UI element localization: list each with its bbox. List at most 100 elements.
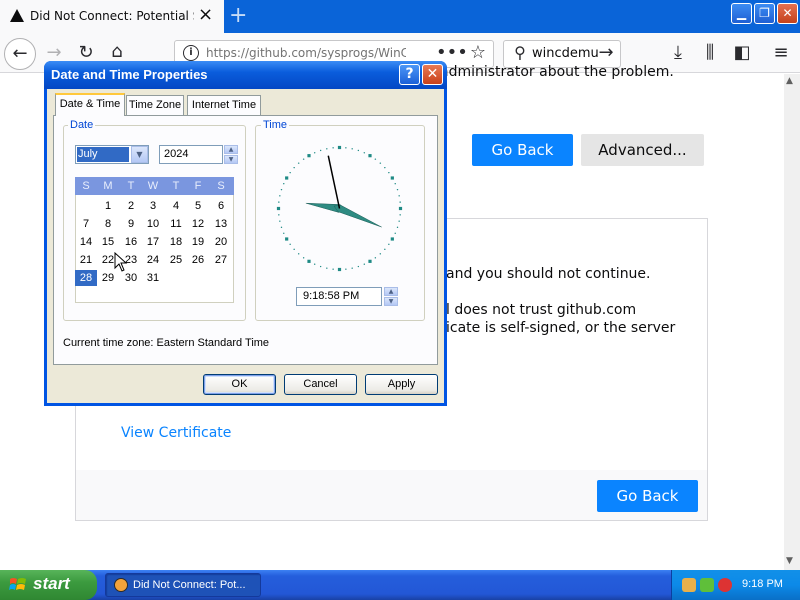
user-tray-icon[interactable] xyxy=(682,578,696,592)
year-down-arrow-icon[interactable]: ▼ xyxy=(224,155,238,164)
network-tray-icon[interactable] xyxy=(700,578,714,592)
calendar-day[interactable]: 14 xyxy=(75,234,97,250)
calendar-day[interactable]: 24 xyxy=(142,252,164,268)
tab-date-time[interactable]: Date & Time xyxy=(55,93,125,116)
dialog-title: Date and Time Properties xyxy=(51,67,208,82)
calendar-day[interactable]: 17 xyxy=(142,234,164,250)
calendar-day[interactable]: 5 xyxy=(187,198,209,214)
vertical-scrollbar[interactable] xyxy=(784,74,800,570)
calendar-day[interactable]: 13 xyxy=(210,216,232,232)
calendar-day[interactable]: 27 xyxy=(210,252,232,268)
sidebar-icon[interactable]: ◧ xyxy=(728,39,756,67)
go-back-button[interactable]: Go Back xyxy=(472,134,573,166)
back-arrow-icon[interactable]: ← xyxy=(4,38,36,70)
clock-minute-mark xyxy=(313,152,316,154)
clock-minute-mark xyxy=(351,148,353,150)
calendar-day[interactable]: 7 xyxy=(75,216,97,232)
calendar-day[interactable]: 31 xyxy=(142,270,164,286)
calendar-day[interactable]: 19 xyxy=(187,234,209,250)
calendar-day[interactable]: 15 xyxy=(97,234,119,250)
calendar-day[interactable]: 1 xyxy=(97,198,119,214)
clock-hour-mark xyxy=(390,237,394,241)
calendar-day[interactable]: 18 xyxy=(165,234,187,250)
dropdown-arrow-icon[interactable]: ▼ xyxy=(131,146,148,163)
clock-minute-mark xyxy=(289,243,291,246)
clock-minute-mark xyxy=(293,248,295,251)
calendar-weekday-header: S xyxy=(82,180,90,192)
tab-close-icon[interactable]: × xyxy=(198,6,213,24)
clock-hour-mark xyxy=(307,154,311,158)
calendar-day[interactable]: 3 xyxy=(142,198,164,214)
current-time-zone-label: Current time zone: Eastern Standard Time xyxy=(63,337,270,349)
clock-minute-mark xyxy=(332,147,334,149)
advanced-button[interactable]: Advanced... xyxy=(581,134,704,166)
clock-minute-mark xyxy=(357,149,360,152)
year-up-arrow-icon[interactable]: ▲ xyxy=(224,145,238,154)
advanced-paragraph-3: icate is self-signed, or the server xyxy=(446,320,676,336)
calendar-day[interactable]: 9 xyxy=(120,216,142,232)
clock-hour-mark xyxy=(398,206,403,211)
time-up-arrow-icon[interactable]: ▲ xyxy=(384,287,398,296)
window-close-icon[interactable]: ✕ xyxy=(777,3,798,24)
clock-minute-hand xyxy=(333,205,382,228)
search-input[interactable]: wincdemu xyxy=(532,46,599,61)
calendar-day[interactable]: 12 xyxy=(187,216,209,232)
calendar-day[interactable]: 6 xyxy=(210,198,232,214)
clock-minute-mark xyxy=(280,188,283,191)
download-icon[interactable]: ⤓ xyxy=(664,39,692,67)
windows-logo-icon xyxy=(9,578,26,590)
time-down-arrow-icon[interactable]: ▼ xyxy=(384,297,398,306)
cancel-button[interactable]: Cancel xyxy=(284,374,357,395)
view-certificate-link[interactable]: View Certificate xyxy=(121,425,231,441)
scroll-up-arrow-icon[interactable]: ▲ xyxy=(786,76,793,86)
help-icon[interactable]: ? xyxy=(399,64,420,85)
go-back-bottom-button[interactable]: Go Back xyxy=(597,480,698,512)
calendar-day[interactable]: 4 xyxy=(165,198,187,214)
scroll-down-arrow-icon[interactable]: ▼ xyxy=(786,556,793,566)
calendar-day[interactable]: 2 xyxy=(120,198,142,214)
clock-minute-mark xyxy=(399,201,401,203)
calendar-day[interactable]: 16 xyxy=(120,234,142,250)
ok-button[interactable]: OK xyxy=(203,374,276,395)
search-go-arrow-icon[interactable]: → xyxy=(592,39,620,67)
clock-minute-mark xyxy=(280,226,283,229)
time-value[interactable]: 9:18:58 PM xyxy=(303,290,359,302)
calendar-day[interactable]: 28 xyxy=(75,270,97,286)
start-label[interactable]: start xyxy=(33,574,70,594)
new-tab-icon[interactable]: + xyxy=(229,4,247,28)
dialog-close-icon[interactable]: ✕ xyxy=(422,64,443,85)
menu-icon[interactable]: ≡ xyxy=(767,39,795,67)
calendar-day[interactable]: 25 xyxy=(165,252,187,268)
error-description-text: administrator about the problem. xyxy=(440,64,674,80)
info-icon[interactable]: i xyxy=(183,45,199,61)
clock-minute-mark xyxy=(283,182,285,185)
clock-minute-mark xyxy=(319,149,322,152)
tab-time-zone[interactable]: Time Zone xyxy=(126,95,184,115)
year-value[interactable]: 2024 xyxy=(164,148,188,160)
security-alert-tray-icon[interactable] xyxy=(718,578,732,592)
library-icon[interactable]: ⫼ xyxy=(696,39,724,67)
apply-button[interactable]: Apply xyxy=(365,374,438,395)
calendar-day[interactable]: 26 xyxy=(187,252,209,268)
clock-minute-mark xyxy=(379,162,382,164)
warning-icon xyxy=(10,9,24,22)
calendar-day[interactable]: 20 xyxy=(210,234,232,250)
url-text[interactable]: https://github.com/sysprogs/WinC xyxy=(206,46,406,60)
calendar-day[interactable]: 30 xyxy=(120,270,142,286)
bookmark-star-icon[interactable]: ☆ xyxy=(464,39,492,67)
calendar-weekday-header: F xyxy=(194,180,202,192)
minimize-icon[interactable]: ▁ xyxy=(731,3,752,24)
tab-internet-time[interactable]: Internet Time xyxy=(187,95,261,115)
maximize-icon[interactable]: ❐ xyxy=(754,3,775,24)
clock-minute-mark xyxy=(279,220,281,222)
clock-hour-mark xyxy=(390,176,394,180)
calendar-day[interactable]: 21 xyxy=(75,252,97,268)
calendar-day[interactable]: 29 xyxy=(97,270,119,286)
month-value[interactable]: July xyxy=(77,147,129,162)
calendar-day[interactable]: 11 xyxy=(165,216,187,232)
calendar-day[interactable]: 10 xyxy=(142,216,164,232)
clock-hour-mark xyxy=(368,154,372,158)
calendar-day[interactable]: 8 xyxy=(97,216,119,232)
clock-minute-mark xyxy=(302,257,305,259)
clock-minute-mark xyxy=(326,267,328,269)
